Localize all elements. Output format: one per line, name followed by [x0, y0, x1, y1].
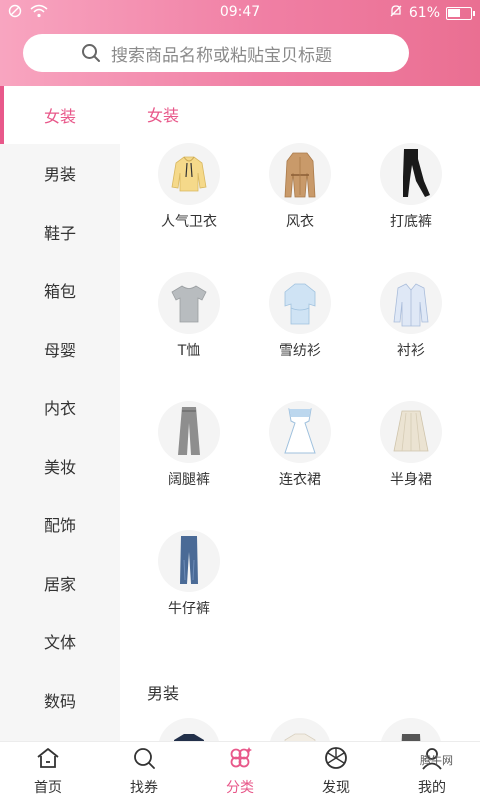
section-title-women: 女装: [147, 106, 180, 125]
category-dress[interactable]: 连衣裙: [245, 401, 355, 489]
category-trench-coat[interactable]: 风衣: [245, 143, 355, 231]
category-tshirt[interactable]: T恤: [134, 272, 244, 360]
category-hoodie[interactable]: 人气卫衣: [134, 143, 244, 231]
tab-profile[interactable]: 我的: [384, 742, 480, 800]
trench-coat-icon: [269, 143, 331, 205]
men-knit-icon: [269, 718, 331, 741]
sidebar-item-digital[interactable]: 数码: [0, 671, 120, 730]
category-shirt[interactable]: 衬衫: [356, 272, 466, 360]
tab-label: 发现: [322, 780, 350, 796]
category-men-item[interactable]: [134, 718, 244, 741]
watermark: 腾牛网: [420, 754, 453, 767]
search-icon: [131, 745, 157, 775]
category-wide-leg-pants[interactable]: 阔腿裤: [134, 401, 244, 489]
tab-home[interactable]: 首页: [0, 742, 96, 800]
tshirt-icon: [158, 272, 220, 334]
category-label: 衬衫: [397, 343, 425, 359]
sidebar-item-underwear[interactable]: 内衣: [0, 378, 120, 437]
chiffon-shirt-icon: [269, 272, 331, 334]
status-bar: 09:47 61%: [0, 0, 480, 26]
category-leggings[interactable]: 打底裤: [356, 143, 466, 231]
category-label: 连衣裙: [279, 472, 321, 488]
hoodie-icon: [158, 143, 220, 205]
men-sweater-icon: [158, 718, 220, 741]
sidebar-item-home[interactable]: 居家: [0, 554, 120, 613]
wide-leg-pants-icon: [158, 401, 220, 463]
skirt-icon: [380, 401, 442, 463]
category-sidebar: 女装 男装 鞋子 箱包 母婴 内衣 美妆 配饰 居家 文体 数码: [0, 86, 120, 741]
header: 09:47 61% 搜索商品名称或粘贴宝贝标题: [0, 0, 480, 86]
men-pants-icon: [380, 718, 442, 741]
category-chiffon-shirt[interactable]: 雪纺衫: [245, 272, 355, 360]
sidebar-item-women[interactable]: 女装: [0, 86, 120, 144]
dress-icon: [269, 401, 331, 463]
sidebar-item-baby[interactable]: 母婴: [0, 320, 120, 379]
sidebar-item-beauty[interactable]: 美妆: [0, 437, 120, 496]
category-label: 半身裙: [390, 472, 432, 488]
home-icon: [35, 745, 61, 775]
tab-category[interactable]: 分类: [192, 742, 288, 800]
battery-percent: 61%: [408, 5, 440, 21]
category-men-item[interactable]: [245, 718, 355, 741]
sidebar-item-accessories[interactable]: 配饰: [0, 495, 120, 554]
sidebar-item-bags[interactable]: 箱包: [0, 261, 120, 320]
tab-discover[interactable]: 发现: [288, 742, 384, 800]
category-label: 阔腿裤: [168, 472, 210, 488]
category-label: 牛仔裤: [168, 601, 210, 617]
sidebar-item-men[interactable]: 男装: [0, 144, 120, 203]
mute-bell-icon: [389, 4, 403, 22]
category-flower-icon: [227, 745, 253, 775]
jeans-icon: [158, 530, 220, 592]
search-bar[interactable]: 搜索商品名称或粘贴宝贝标题: [23, 34, 409, 72]
category-skirt[interactable]: 半身裙: [356, 401, 466, 489]
tab-label: 我的: [418, 780, 446, 796]
section-title-men: 男装: [147, 684, 180, 703]
battery-icon: [446, 6, 475, 20]
sidebar-item-shoes[interactable]: 鞋子: [0, 203, 120, 262]
category-label: T恤: [177, 343, 201, 359]
category-jeans[interactable]: 牛仔裤: [134, 530, 244, 618]
shirt-icon: [380, 272, 442, 334]
tab-find-coupon[interactable]: 找券: [96, 742, 192, 800]
category-label: 风衣: [286, 214, 314, 230]
category-label: 打底裤: [390, 214, 432, 230]
category-label: 雪纺衫: [279, 343, 321, 359]
search-icon: [81, 43, 101, 63]
search-placeholder: 搜索商品名称或粘贴宝贝标题: [111, 45, 332, 66]
tab-label: 首页: [34, 780, 62, 796]
discover-icon: [323, 745, 349, 775]
tab-label: 分类: [226, 780, 254, 796]
leggings-icon: [380, 143, 442, 205]
category-content: 女装 人气卫衣 风衣 打底裤 T恤 雪纺衫 衬衫 阔腿裤 连衣裙 半身裙 牛仔裤…: [120, 86, 480, 741]
tab-label: 找券: [130, 780, 158, 796]
category-men-item[interactable]: [356, 718, 466, 741]
bottom-tab-bar: 首页 找券 分类 发现 我的: [0, 741, 480, 800]
sidebar-item-stationery-sports[interactable]: 文体: [0, 612, 120, 671]
category-label: 人气卫衣: [161, 214, 217, 230]
